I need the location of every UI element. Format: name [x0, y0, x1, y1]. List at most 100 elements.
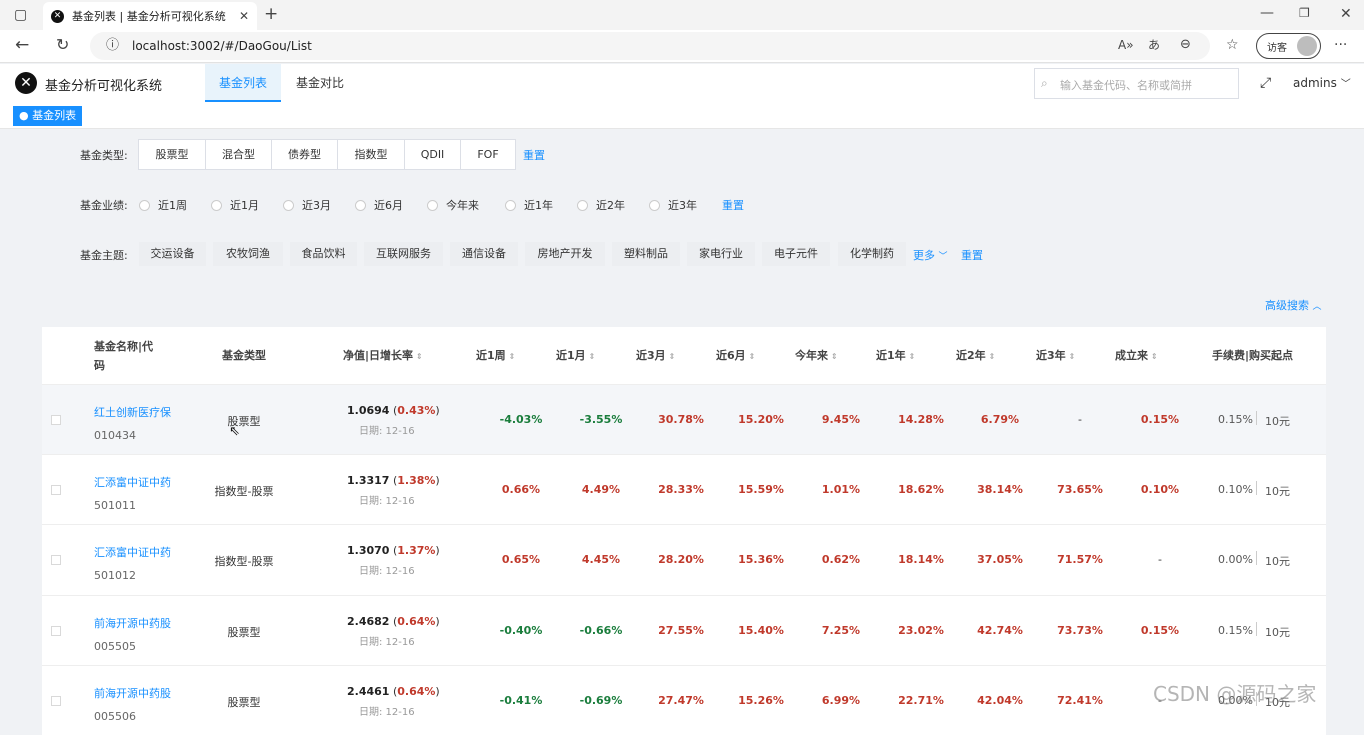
min-purchase: 10元 [1265, 555, 1290, 568]
row-checkbox[interactable] [51, 415, 61, 425]
col-y3-header[interactable]: 近3年 ⇕ [1036, 347, 1075, 363]
theme-tag[interactable]: 化学制药 [838, 242, 906, 266]
window-close-icon[interactable]: ✕ [1340, 7, 1352, 21]
sidebar-toggle-icon[interactable]: ▢ [14, 8, 27, 22]
tag-fund-list[interactable]: ● 基金列表 [13, 106, 83, 126]
fund-name-link[interactable]: 前海开源中药股 [94, 685, 171, 701]
restore-icon[interactable]: ❐ [1299, 7, 1310, 19]
col-w1-header[interactable]: 近1周 ⇕ [476, 347, 515, 363]
site-info-icon[interactable]: ⓘ [106, 39, 119, 52]
fullscreen-icon[interactable]: ⤢ [1260, 75, 1271, 91]
profile-label: 访客 [1267, 42, 1287, 54]
col-ytd-header[interactable]: 今年来 ⇕ [795, 347, 838, 363]
type-option[interactable]: 债券型 [272, 140, 338, 169]
col-y2-header[interactable]: 近2年 ⇕ [956, 347, 995, 363]
sort-icon[interactable]: ⇕ [509, 352, 516, 361]
table-row[interactable]: 汇添富中证中药 501011 指数型-股票 1.3317 (1.38%) 日期: 12-… [42, 454, 1326, 524]
min-purchase: 10元 [1265, 415, 1290, 428]
table-row[interactable]: 红土创新医疗保 010434 股票型 1.0694 (0.43%) 日期: 12-16 -… [42, 384, 1326, 454]
sort-icon[interactable]: ⇕ [749, 352, 756, 361]
theme-tag[interactable]: 通信设备 [450, 242, 518, 266]
perf-reset-link[interactable]: 重置 [722, 197, 744, 213]
search-input[interactable]: ⌕ 输入基金代码、名称或简拼 [1034, 68, 1239, 99]
fee-rate: 0.15% [1218, 624, 1253, 637]
url-text: localhost:3002/#/DaoGou/List [132, 39, 312, 53]
row-checkbox[interactable] [51, 626, 61, 636]
browser-tab[interactable]: ✕ 基金列表 | 基金分析可视化系统 ✕ [43, 2, 257, 30]
theme-tag[interactable]: 房地产开发 [525, 242, 605, 266]
perf-radio[interactable]: 近3月 [283, 197, 331, 213]
type-option[interactable]: 混合型 [206, 140, 272, 169]
theme-reset-link[interactable]: 重置 [961, 247, 983, 263]
col-m3-header[interactable]: 近3月 ⇕ [636, 347, 675, 363]
row-checkbox[interactable] [51, 485, 61, 495]
col-nav-header[interactable]: 净值|日增长率 ⇕ [343, 347, 423, 363]
theme-tag[interactable]: 农牧饲渔 [213, 242, 283, 266]
theme-tag[interactable]: 食品饮料 [290, 242, 357, 266]
new-tab-icon[interactable]: + [264, 6, 278, 23]
type-option[interactable]: 股票型 [139, 140, 206, 169]
return-m6: 15.20% [738, 413, 784, 426]
perf-radio[interactable]: 近1年 [505, 197, 553, 213]
tab-fund-list[interactable]: 基金列表 [205, 64, 281, 102]
perf-radio[interactable]: 近6月 [355, 197, 403, 213]
back-icon[interactable]: ← [15, 37, 29, 54]
translate-icon[interactable]: あ [1148, 39, 1160, 51]
user-menu[interactable]: admins ﹀ [1293, 75, 1351, 90]
more-themes-link[interactable]: 更多 ﹀ [913, 247, 948, 263]
favorites-icon[interactable]: ☆ [1226, 38, 1239, 52]
theme-tag[interactable]: 交运设备 [139, 242, 206, 266]
sort-icon[interactable]: ⇕ [1069, 352, 1076, 361]
sort-icon[interactable]: ⇕ [909, 352, 916, 361]
sort-icon[interactable]: ⇕ [589, 352, 596, 361]
more-menu-icon[interactable]: ··· [1334, 38, 1347, 52]
type-option[interactable]: QDII [405, 140, 461, 169]
sort-icon[interactable]: ⇕ [989, 352, 996, 361]
tab-fund-compare[interactable]: 基金对比 [284, 64, 356, 102]
return-since: 0.15% [1140, 624, 1180, 637]
type-option[interactable]: FOF [461, 140, 515, 169]
theme-tag[interactable]: 互联网服务 [364, 242, 443, 266]
sort-icon[interactable]: ⇕ [831, 352, 838, 361]
refresh-icon[interactable]: ↻ [56, 37, 69, 53]
sort-icon[interactable]: ⇕ [1151, 352, 1158, 361]
fund-name-link[interactable]: 汇添富中证中药 [94, 544, 171, 560]
col-m1-header[interactable]: 近1月 ⇕ [556, 347, 595, 363]
sort-icon[interactable]: ⇕ [669, 352, 676, 361]
advanced-search-link[interactable]: 高级搜索 ︿ [1265, 297, 1322, 313]
fund-name-link[interactable]: 前海开源中药股 [94, 615, 171, 631]
table-row[interactable]: 前海开源中药股 005506 股票型 2.4461 (0.64%) 日期: 12-16 -… [42, 665, 1326, 735]
close-tab-icon[interactable]: ✕ [239, 9, 249, 23]
theme-tag[interactable]: 电子元件 [762, 242, 830, 266]
perf-radio[interactable]: 近3年 [649, 197, 697, 213]
zoom-icon[interactable]: ⊖ [1180, 38, 1191, 51]
url-field[interactable]: ⓘ localhost:3002/#/DaoGou/List A» あ ⊖ ☆ [90, 32, 1239, 60]
col-since-header[interactable]: 成立来 ⇕ [1115, 347, 1158, 363]
row-checkbox[interactable] [51, 555, 61, 565]
profile-button[interactable]: 访客 [1256, 33, 1321, 59]
table-row[interactable]: 前海开源中药股 005505 股票型 2.4682 (0.64%) 日期: 12-16 -… [42, 595, 1326, 665]
type-reset-link[interactable]: 重置 [523, 147, 545, 163]
sort-icon[interactable]: ⇕ [416, 352, 423, 361]
minimize-icon[interactable]: — [1260, 6, 1274, 20]
col-y1-header[interactable]: 近1年 ⇕ [876, 347, 915, 363]
row-checkbox[interactable] [51, 696, 61, 706]
return-y1: 18.14% [898, 553, 944, 566]
perf-radio[interactable]: 近1周 [139, 197, 187, 213]
fund-name-link[interactable]: 汇添富中证中药 [94, 474, 171, 490]
perf-radio[interactable]: 近2年 [577, 197, 625, 213]
col-name-header[interactable]: 基金名称|代码 [94, 338, 153, 373]
type-option[interactable]: 指数型 [338, 140, 405, 169]
fund-name-link[interactable]: 红土创新医疗保 [94, 404, 171, 420]
col-m6-header[interactable]: 近6月 ⇕ [716, 347, 755, 363]
return-m1: 4.49% [581, 483, 621, 496]
radio-icon [211, 199, 222, 211]
return-since: - [1158, 553, 1162, 566]
read-aloud-icon[interactable]: A» [1118, 39, 1134, 51]
perf-radio[interactable]: 今年来 [427, 197, 479, 213]
table-row[interactable]: 汇添富中证中药 501012 指数型-股票 1.3070 (1.37%) 日期: 12-… [42, 524, 1326, 594]
theme-tag[interactable]: 家电行业 [687, 242, 755, 266]
theme-tag[interactable]: 塑料制品 [612, 242, 680, 266]
return-ytd: 9.45% [821, 413, 861, 426]
perf-radio[interactable]: 近1月 [211, 197, 259, 213]
